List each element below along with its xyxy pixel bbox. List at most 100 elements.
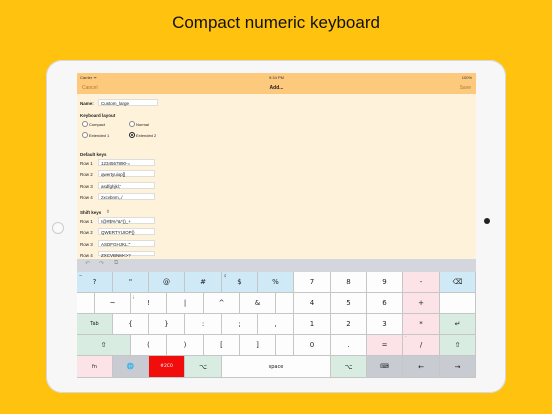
key-ampersand-label: & (254, 299, 261, 307)
color-key[interactable]: #2C0 (149, 356, 185, 378)
space-key[interactable]: space (222, 356, 331, 378)
headline: Compact numeric keyboard (172, 13, 380, 32)
key-rbracket[interactable]: ] (240, 335, 276, 356)
key-5[interactable]: 5 (331, 293, 367, 314)
key-minus-label: - (419, 278, 423, 286)
key-period[interactable]: . (331, 335, 367, 356)
key-rbrace[interactable]: } (149, 314, 185, 335)
key-0[interactable]: 0 (294, 335, 331, 356)
option-right-key[interactable]: ⌥ (331, 356, 367, 378)
backspace-key[interactable]: ⌫ (440, 272, 476, 293)
key-3[interactable]: 3 (367, 314, 403, 335)
option-left-key[interactable]: ⌥ (185, 356, 222, 378)
key-exclaim[interactable]: ¡! (131, 293, 167, 314)
tab-key[interactable]: Tab (77, 314, 113, 335)
shift-row-4-field[interactable]: ZXCVBNM<>? (98, 251, 155, 258)
key-8[interactable]: 8 (331, 272, 367, 293)
screen: Carrier ᯤ 9:34 PM 100% Cancel Add... Sav… (77, 73, 476, 378)
default-row-4-field[interactable]: zxcvbnm,./ (98, 193, 155, 200)
key-lbracket-label: [ (220, 341, 223, 349)
key-quote[interactable]: " (113, 272, 149, 293)
default-row-1-field[interactable]: 1234567890-= (98, 159, 155, 166)
key-9[interactable]: 9 (367, 272, 403, 293)
space-key-label: space (268, 363, 284, 370)
key-plus[interactable]: + (403, 293, 440, 314)
key-ampersand[interactable]: & (240, 293, 276, 314)
key-lbrace[interactable]: { (113, 314, 149, 335)
default-row-2-field[interactable]: qwertyuiop[] (98, 170, 155, 177)
name-field[interactable]: Custom_large (98, 99, 158, 106)
radio-compact[interactable] (82, 121, 88, 127)
camera-icon (52, 222, 64, 234)
key-equals[interactable]: = (367, 335, 403, 356)
globe-icon: 🌐 (126, 363, 135, 370)
key-caret[interactable]: ^ (204, 293, 240, 314)
key-slash[interactable]: ` / (403, 335, 440, 356)
keyboard-hide-key[interactable]: ⌨ (367, 356, 403, 378)
key-4-label: 4 (309, 299, 315, 307)
shift-row-2-label: Row 2 (80, 230, 93, 235)
key-6[interactable]: 6 (367, 293, 403, 314)
key-rparen[interactable]: ) (167, 335, 204, 356)
key-7[interactable]: 7 (294, 272, 331, 293)
key-colon[interactable]: : (185, 314, 222, 335)
fn-key[interactable]: fn (77, 356, 113, 378)
paste-icon[interactable]: ⧉ (114, 260, 118, 267)
name-label: Name: (80, 101, 94, 106)
key-5-label: 5 (346, 299, 351, 307)
key-lparen[interactable]: ( (131, 335, 167, 356)
shift-row-3-field[interactable]: ASDFGHJKL:" (98, 240, 155, 247)
key-pipe-label: | (183, 299, 187, 307)
shift-keys-label: Shift keys (80, 210, 102, 215)
key-4[interactable]: 4 (294, 293, 331, 314)
key-comma[interactable]: , (258, 314, 294, 335)
shift-row-4-label: Row 4 (80, 253, 93, 258)
layout-label: Keyboard layout (80, 113, 116, 118)
save-button[interactable]: Save (460, 85, 471, 91)
key-2-label: 2 (346, 320, 351, 328)
shift-right-key[interactable]: ⇧ (440, 335, 476, 356)
option-left-icon: ⌥ (198, 362, 208, 371)
shift-left-icon: ⇧ (100, 341, 107, 349)
globe-key[interactable]: 🌐 (113, 356, 149, 378)
return-key[interactable]: ↵ (440, 314, 476, 335)
arrow-left-key[interactable]: ← (403, 356, 440, 378)
page-title: Add... (269, 85, 284, 91)
shift-row-2-field[interactable]: QWERTYUIOP{} (98, 228, 155, 235)
radio-normal[interactable] (129, 121, 135, 127)
option-right-icon: ⌥ (344, 362, 353, 371)
shift-left-key[interactable]: ⇧ (77, 335, 131, 356)
radio-extended-2[interactable] (129, 132, 135, 138)
key-semicolon[interactable]: ; (222, 314, 258, 335)
redo-icon[interactable]: ↷ (99, 260, 104, 267)
fn-key-label: fn (92, 363, 97, 370)
key-minus[interactable]: - (403, 272, 440, 293)
key-pipe[interactable]: | (167, 293, 204, 314)
default-row-1-label: Row 1 (80, 161, 93, 166)
default-row-3-field[interactable]: asdfghjkl;' (98, 182, 155, 189)
key-2[interactable]: 2 (331, 314, 367, 335)
key-question-label: ? (92, 278, 97, 286)
key-percent-label: % (272, 278, 279, 286)
radio-extended-1[interactable] (82, 132, 88, 138)
key-rbrace-label: } (164, 320, 169, 328)
key-hash[interactable]: # (185, 272, 222, 293)
key-question[interactable]: ~? (77, 272, 113, 293)
key-tilde[interactable]: ~ (95, 293, 131, 314)
key-spacer-left (77, 293, 95, 314)
arrow-right-key[interactable]: → (440, 356, 476, 378)
undo-icon[interactable]: ↶ (85, 260, 90, 267)
key-3-label: 3 (382, 320, 387, 328)
default-keys-label: Default keys (80, 152, 107, 157)
key-1[interactable]: 1 (294, 314, 331, 335)
key-at[interactable]: @ (149, 272, 185, 293)
key-dollar[interactable]: ¢ $ (222, 272, 258, 293)
key-asterisk[interactable]: * (403, 314, 440, 335)
key-quote-label: " (128, 278, 133, 286)
keyboard-icon: ⌨ (380, 363, 389, 370)
shift-row-1-label: Row 1 (80, 219, 93, 224)
clock: 9:34 PM (269, 75, 284, 80)
key-lbracket[interactable]: [ (204, 335, 240, 356)
key-percent[interactable]: % (258, 272, 294, 293)
shift-row-1-field[interactable]: !@#$%^&*()_+ (98, 217, 155, 224)
